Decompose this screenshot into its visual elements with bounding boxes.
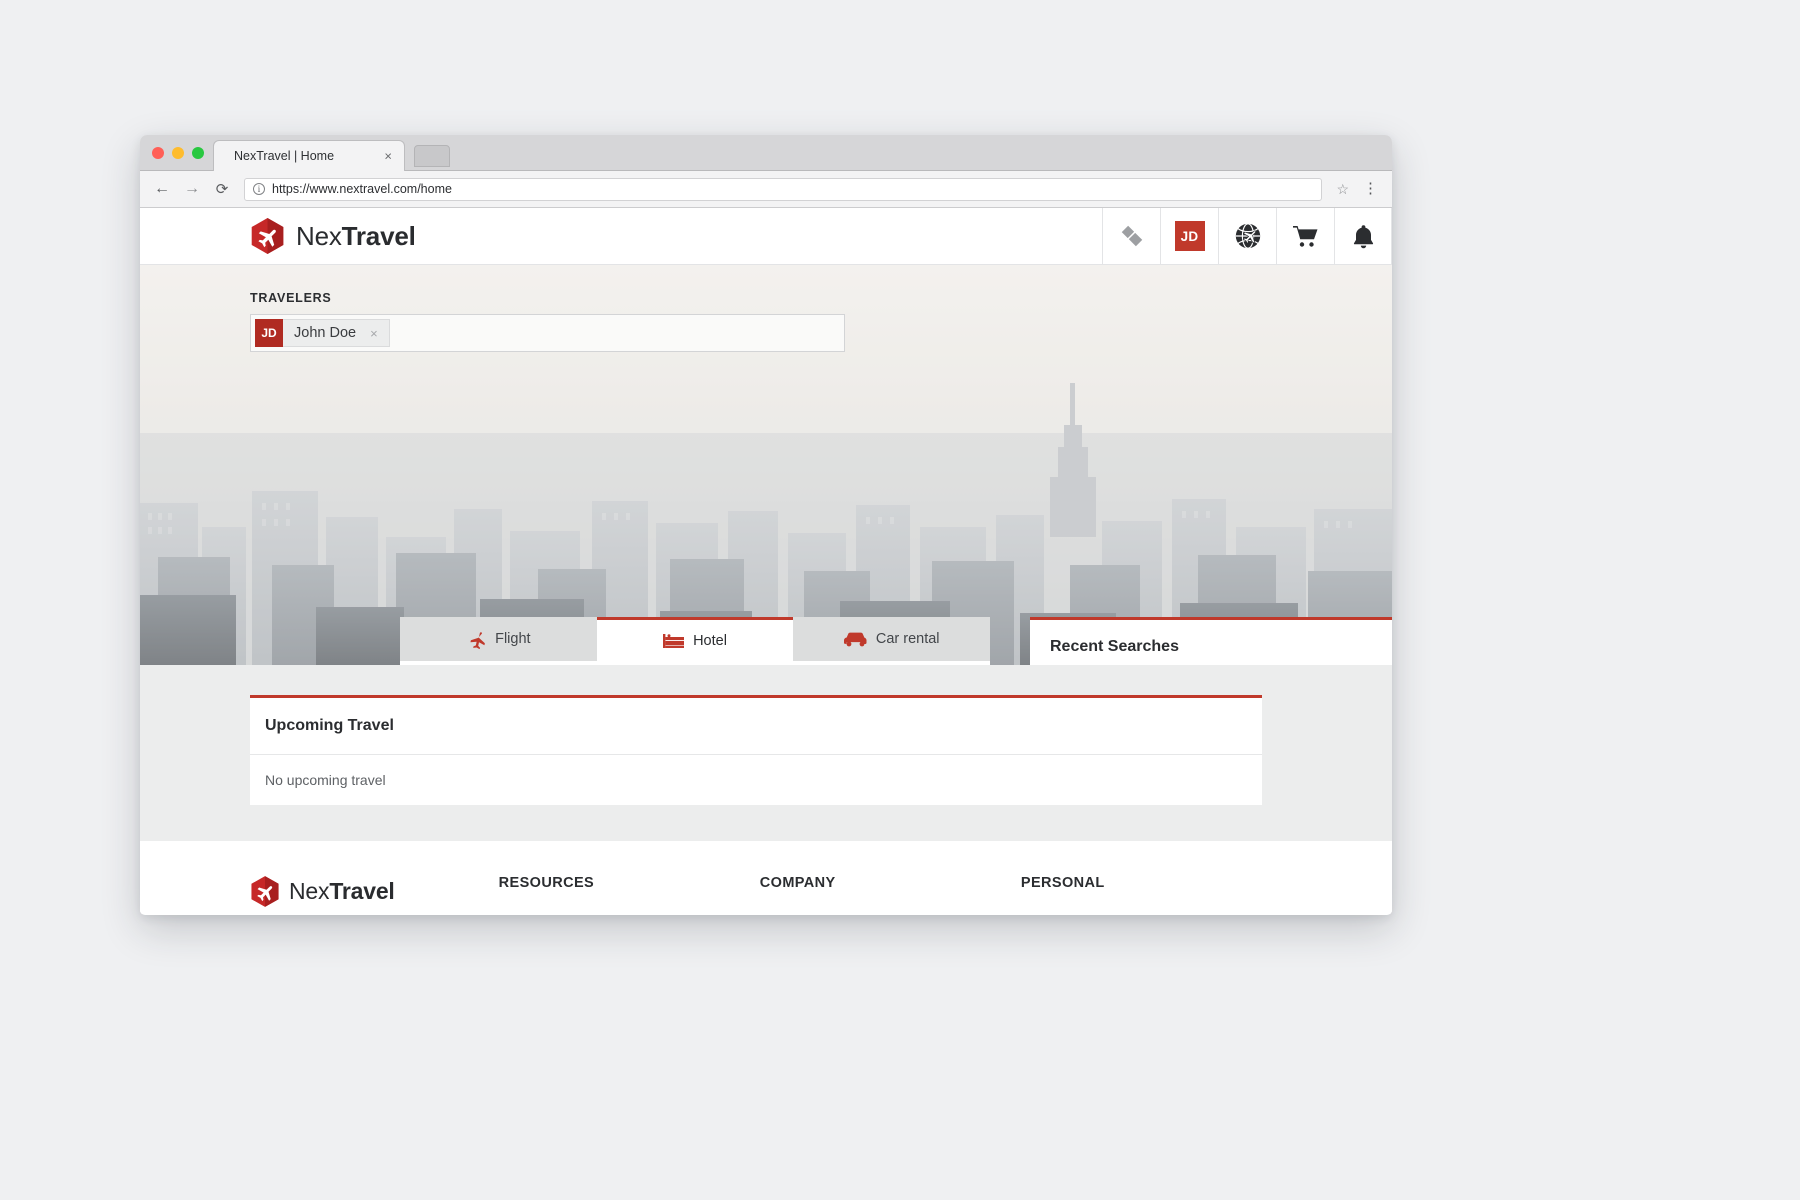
address-bar[interactable]: i https://www.nextravel.com/home (244, 177, 1323, 201)
tab-hotel-label: Hotel (693, 632, 727, 649)
upcoming-travel-section: Upcoming Travel No upcoming travel (140, 665, 1392, 841)
maximize-window-button[interactable] (192, 147, 204, 159)
traveler-chip-initials: JD (255, 319, 283, 347)
traveler-chip-name: John Doe (294, 325, 357, 341)
upcoming-travel-title: Upcoming Travel (265, 717, 394, 734)
brand-name: NexTravel (296, 220, 416, 251)
footer-link[interactable]: Trips Approvals (760, 912, 1021, 914)
recent-searches-title: Recent Searches (1050, 638, 1179, 655)
close-tab-icon[interactable]: × (384, 150, 392, 163)
user-avatar[interactable]: JD (1160, 208, 1218, 265)
hero-side-column: Recent Searches No recent searches Need … (1030, 617, 1392, 665)
back-arrow-icon[interactable]: ← (154, 181, 170, 197)
footer-heading: COMPANY (759, 875, 836, 891)
tab-flight[interactable]: Flight (400, 617, 597, 661)
bookmark-star-icon[interactable]: ☆ (1336, 181, 1349, 198)
footer-column-resources: RESOURCES Travel Advisories Visa Require… (499, 875, 760, 914)
browser-tabstrip: NexTravel | Home × (140, 135, 1392, 171)
hotel-search-form: DESTINATION City, airport, or landmark C… (400, 661, 990, 665)
upcoming-travel-card: Upcoming Travel No upcoming travel (250, 695, 1262, 805)
tab-flight-label: Flight (495, 631, 531, 647)
footer-heading: RESOURCES (498, 875, 595, 891)
recent-searches-card: Recent Searches No recent searches (1030, 617, 1392, 665)
reload-icon[interactable]: ⟳ (214, 182, 230, 197)
browser-toolbar: ← → ⟳ i https://www.nextravel.com/home ☆… (140, 171, 1392, 208)
traveler-chip[interactable]: JD John Doe × (255, 319, 390, 347)
browser-tab-title: NexTravel | Home (234, 149, 335, 163)
bed-icon (663, 633, 685, 649)
hero-section: TRAVELERS JD John Doe × Flight Hotel Car… (140, 265, 1392, 665)
tab-car-rental[interactable]: Car rental (793, 617, 991, 661)
browser-menu-icon[interactable]: ⋮ (1363, 181, 1378, 195)
footer-column-company: COMPANY Trips Approvals Company Policies (760, 875, 1021, 914)
page-viewport: NexTravel JD TRAVELERS JD John Doe × Fli… (140, 208, 1392, 914)
browser-tab[interactable]: NexTravel | Home × (213, 140, 405, 171)
plane-icon (466, 629, 486, 649)
footer-logo[interactable]: NexTravel (250, 875, 499, 908)
footer-brand: NexTravel (250, 875, 499, 914)
car-icon (843, 632, 867, 647)
site-header: NexTravel JD (140, 208, 1392, 265)
cart-icon[interactable] (1276, 208, 1334, 265)
site-logo[interactable]: NexTravel (250, 217, 416, 255)
footer-brand-name: NexTravel (289, 878, 395, 904)
globe-plane-icon[interactable] (1218, 208, 1276, 265)
search-card: Flight Hotel Car rental (400, 617, 991, 665)
site-footer: NexTravel RESOURCES COMPANY PERSONAL (140, 841, 1392, 914)
travelers-label: TRAVELERS (250, 291, 332, 305)
window-controls (152, 147, 204, 159)
forward-arrow-icon: → (184, 180, 200, 197)
travelers-input[interactable]: JD John Doe × (250, 314, 845, 352)
upcoming-travel-empty: No upcoming travel (265, 772, 386, 788)
footer-link[interactable]: Travel Advisories (499, 912, 760, 914)
hero-content: TRAVELERS JD John Doe × (140, 265, 1392, 352)
tab-car-rental-label: Car rental (875, 631, 940, 647)
avatar-initials: JD (1174, 221, 1205, 251)
footer-column-personal: PERSONAL Trips Account Settings (1021, 875, 1282, 914)
bell-icon[interactable] (1334, 208, 1392, 265)
minimize-window-button[interactable] (172, 147, 184, 159)
search-tabs: Flight Hotel Car rental (400, 617, 991, 661)
browser-window: NexTravel | Home × ← → ⟳ i https://www.n… (140, 135, 1392, 915)
close-window-button[interactable] (152, 147, 164, 159)
diamond-icon[interactable] (1102, 208, 1160, 265)
footer-heading: PERSONAL (1020, 875, 1105, 891)
remove-traveler-icon[interactable]: × (370, 327, 389, 340)
url-text: https://www.nextravel.com/home (272, 182, 452, 196)
tab-hotel[interactable]: Hotel (596, 617, 794, 661)
header-icon-bar: JD (1102, 208, 1392, 265)
hexagon-plane-logo-icon (250, 217, 285, 255)
new-tab-button[interactable] (414, 145, 450, 167)
footer-link[interactable]: Trips (1021, 912, 1282, 914)
hexagon-plane-logo-icon (250, 875, 280, 908)
site-info-icon[interactable]: i (253, 183, 265, 195)
